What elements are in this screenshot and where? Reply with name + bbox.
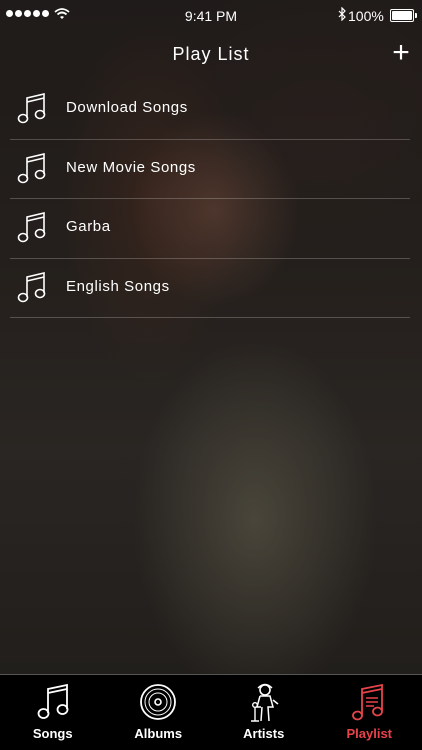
singer-icon [250,683,279,722]
playlist-label: New Movie Songs [66,158,196,176]
music-note-icon [17,212,46,243]
music-note-icon [17,271,46,302]
tab-label: Albums [134,726,183,741]
list-item[interactable]: English Songs [10,259,410,318]
header: Play List + [0,36,422,72]
page-title: Play List [172,44,250,64]
playlist-list: Download Songs New Movie Songs Garba Eng… [0,80,422,318]
status-bar: 9:41 PM 100% [0,0,422,32]
music-note-icon [17,93,46,124]
tab-label: Playlist [346,726,393,741]
music-note-icon [17,152,46,183]
tab-label: Songs [32,726,73,741]
tab-albums[interactable]: Albums [106,675,212,750]
bluetooth-icon [338,7,346,21]
tab-songs[interactable]: Songs [0,675,106,750]
list-item[interactable]: New Movie Songs [10,140,410,199]
list-item[interactable]: Garba [10,199,410,259]
playlist-label: Download Songs [66,99,188,116]
add-playlist-button[interactable]: + [386,36,416,70]
tab-artists[interactable]: Artists [211,675,317,750]
playlist-label: English Songs [66,277,170,295]
vinyl-disc-icon [140,684,177,720]
list-item[interactable]: Download Songs [10,80,410,140]
tab-playlist[interactable]: Playlist [317,675,422,750]
battery-percent: 100% [348,8,384,24]
tab-label: Artists [243,726,285,741]
playlist-label: Garba [66,218,111,235]
tab-bar: Songs Albums Artists Playlist [0,674,422,750]
battery-icon [390,9,417,22]
music-note-icon [37,683,69,719]
playlist-icon [352,683,384,721]
